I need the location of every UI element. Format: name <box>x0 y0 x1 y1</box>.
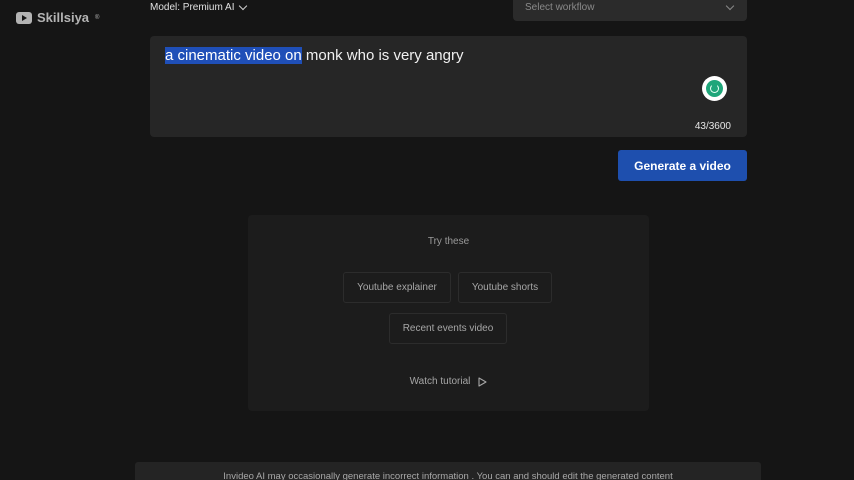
watch-tutorial-label: Watch tutorial <box>409 376 471 387</box>
prompt-selected-text: a cinematic video on <box>165 47 302 64</box>
suggestion-youtube-shorts[interactable]: Youtube shorts <box>458 272 552 303</box>
app-page: Skillsiya ® Model: Premium AI Select wor… <box>0 0 854 480</box>
suggestion-youtube-explainer[interactable]: Youtube explainer <box>343 272 451 303</box>
spinner-icon <box>702 76 727 101</box>
chevron-down-icon <box>239 1 248 10</box>
suggestions-panel: Try these Youtube explainer Youtube shor… <box>248 215 649 411</box>
suggestion-recent-events-video[interactable]: Recent events video <box>389 313 507 344</box>
try-these-title: Try these <box>427 236 470 247</box>
watermark-brand: Skillsiya <box>37 10 90 25</box>
disclaimer-text: Invideo AI may occasionally generate inc… <box>135 462 761 480</box>
character-count: 43/3600 <box>694 121 731 132</box>
registered-mark: ® <box>95 14 100 21</box>
prompt-textarea[interactable]: a cinematic video on monk who is very an… <box>150 36 747 137</box>
skillsiya-watermark: Skillsiya ® <box>16 10 99 25</box>
model-label: Model: Premium AI <box>150 1 235 13</box>
watch-tutorial-link[interactable]: Watch tutorial <box>248 376 649 387</box>
workflow-placeholder: Select workflow <box>525 2 595 13</box>
prompt-rest-text: monk who is very angry <box>301 47 464 64</box>
prompt-text[interactable]: a cinematic video on monk who is very an… <box>165 47 463 64</box>
workflow-select[interactable]: Select workflow <box>513 0 747 21</box>
model-selector[interactable]: Model: Premium AI <box>150 0 248 14</box>
generate-video-button[interactable]: Generate a video <box>618 150 747 181</box>
spinner-inner <box>706 80 723 97</box>
chevron-down-icon <box>725 1 735 11</box>
play-icon <box>478 376 487 387</box>
play-icon <box>16 11 32 24</box>
